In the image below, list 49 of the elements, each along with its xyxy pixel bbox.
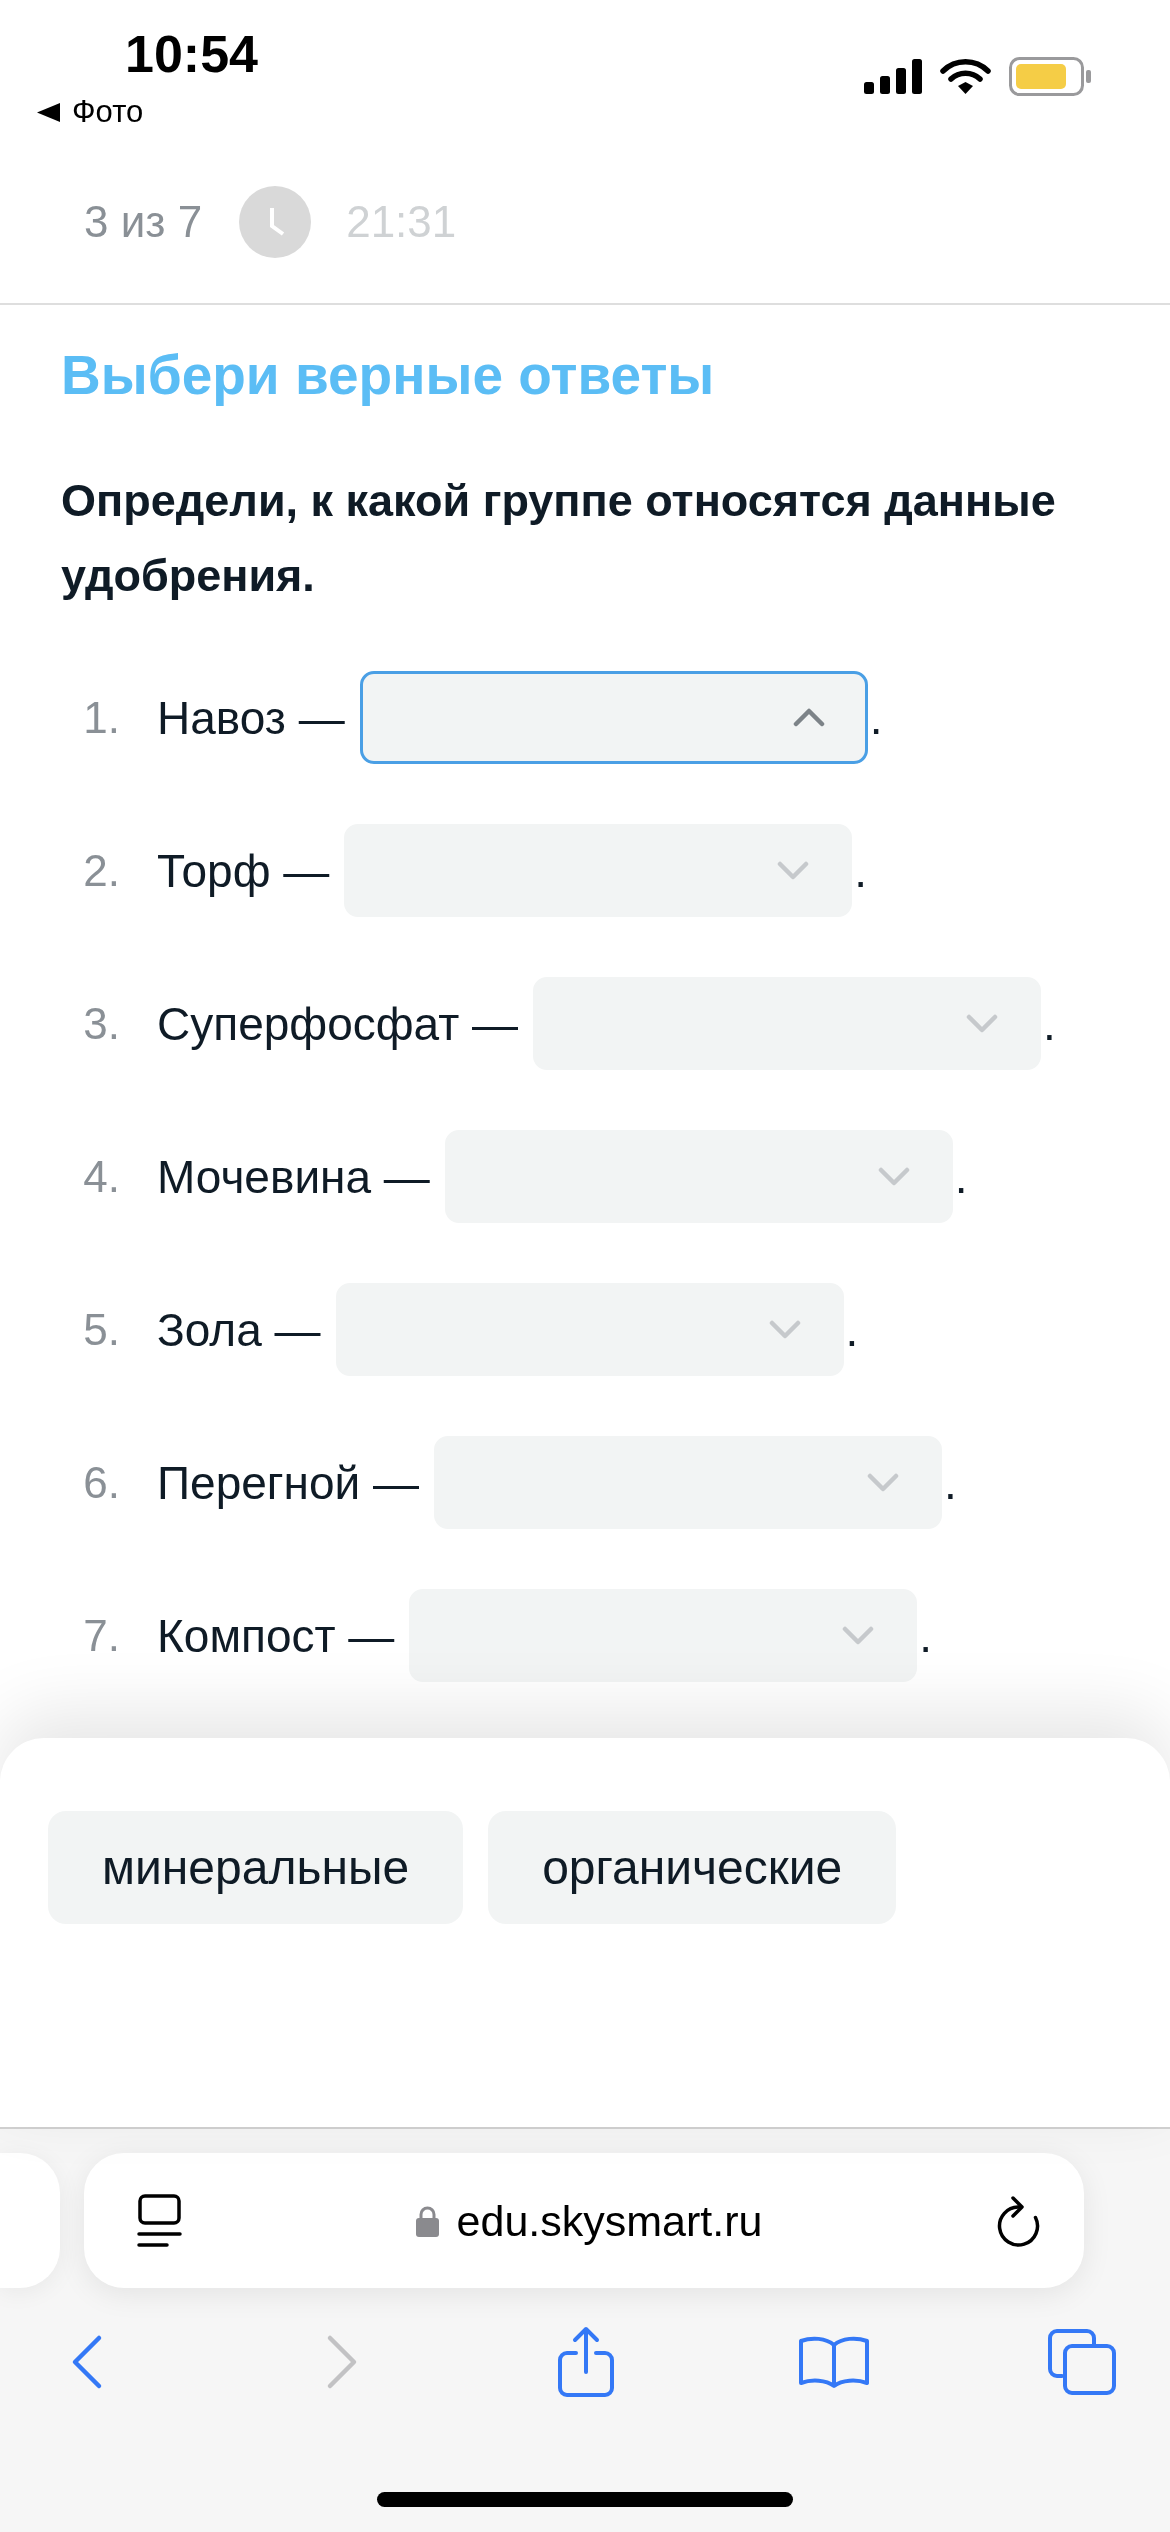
clock-icon xyxy=(239,185,312,258)
item-period: . xyxy=(854,843,868,899)
item-label: Мочевина — xyxy=(157,1149,430,1205)
item-period: . xyxy=(954,1149,968,1205)
chevron-down-icon xyxy=(768,1320,801,1339)
question-text: Определи, к какой группе относятся данные удобрения. xyxy=(61,474,1057,603)
item-period: . xyxy=(869,690,883,746)
reader-icon[interactable] xyxy=(137,2194,182,2247)
task-title: Выбери верные ответы xyxy=(61,343,716,407)
item-label: Зола — xyxy=(157,1302,321,1358)
address-bar[interactable]: edu.skysmart.ru xyxy=(84,2153,1084,2288)
chevron-down-icon xyxy=(867,1473,900,1492)
share-icon[interactable] xyxy=(557,2326,615,2398)
chevron-down-icon xyxy=(966,1014,998,1033)
book-icon[interactable] xyxy=(798,2335,870,2389)
item-label: Компост — xyxy=(157,1608,395,1664)
chevron-left-icon[interactable] xyxy=(71,2334,103,2390)
item-number: 7. xyxy=(82,1609,120,1662)
triangle-left-icon xyxy=(37,102,60,122)
battery-icon xyxy=(1009,57,1091,96)
chevron-down-icon xyxy=(777,861,810,880)
lock-icon xyxy=(415,2204,439,2237)
item-number: 5. xyxy=(82,1303,120,1356)
item-number: 2. xyxy=(82,844,120,897)
wifi-icon xyxy=(940,58,991,95)
item-label: Перегной — xyxy=(157,1455,420,1511)
item-period: . xyxy=(919,1608,933,1664)
item-label: Суперфосфат — xyxy=(157,996,518,1052)
tabs-icon[interactable] xyxy=(1048,2329,1116,2395)
item-number: 1. xyxy=(82,691,120,744)
signal-bars-icon xyxy=(864,59,922,94)
url-text: edu.skysmart.ru xyxy=(456,2195,763,2246)
item-period: . xyxy=(1043,996,1056,1052)
back-to-app-button[interactable]: Фото xyxy=(37,95,258,129)
status-time: 10:54 xyxy=(125,26,258,82)
answer-option[interactable]: органические xyxy=(488,1811,897,1924)
chevron-down-icon xyxy=(842,1626,875,1645)
answer-option[interactable]: минеральные xyxy=(48,1811,464,1924)
item-number: 3. xyxy=(82,997,120,1050)
question-counter: 3 из 7 xyxy=(84,195,203,248)
chevron-down-icon xyxy=(877,1167,910,1186)
item-period: . xyxy=(845,1302,859,1358)
item-number: 4. xyxy=(82,1150,120,1203)
item-period: . xyxy=(944,1455,957,1511)
answer-dropdown[interactable] xyxy=(359,671,868,764)
item-label: Навоз — xyxy=(157,690,345,746)
item-label: Торф — xyxy=(157,843,330,899)
chevron-up-icon xyxy=(792,708,825,727)
item-number: 6. xyxy=(82,1456,120,1509)
